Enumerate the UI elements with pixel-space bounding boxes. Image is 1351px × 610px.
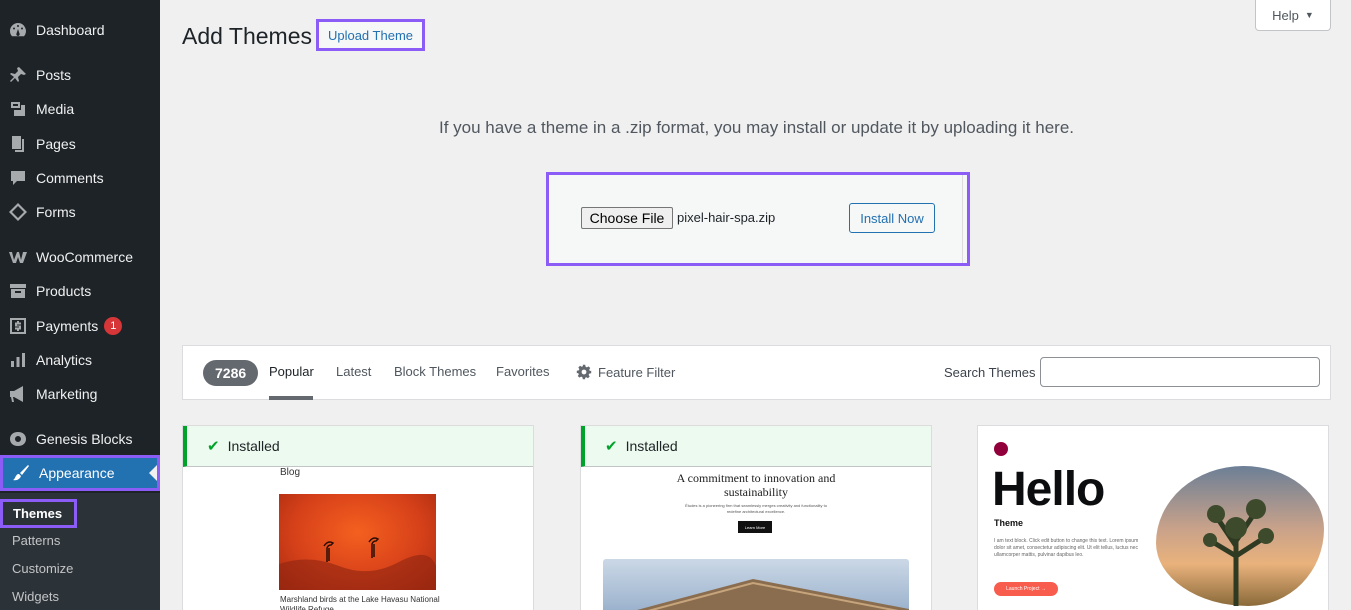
sidebar-item-payments[interactable]: Payments 1 — [0, 309, 160, 343]
submenu-item-themes[interactable]: Themes — [0, 499, 78, 528]
sidebar-item-forms[interactable]: Forms — [0, 195, 160, 229]
brush-icon — [3, 463, 39, 483]
sidebar-item-label: Payments — [36, 318, 99, 334]
sidebar-item-label: Posts — [36, 67, 72, 83]
preview-image — [603, 559, 909, 610]
sidebar-item-label: Marketing — [36, 386, 98, 402]
submenu-item-widgets[interactable]: Widgets — [12, 589, 59, 604]
sidebar-item-appearance[interactable]: Appearance — [0, 455, 160, 491]
notification-badge: 1 — [104, 317, 123, 335]
preview-caption: Marshland birds at the Lake Havasu Natio… — [280, 595, 440, 610]
building-icon — [636, 579, 909, 610]
installed-notice: ✔ Installed — [581, 426, 931, 467]
feature-filter-label: Feature Filter — [598, 364, 676, 380]
preview-button: Launch Project → — [994, 582, 1058, 596]
install-now-button[interactable]: Install Now — [849, 203, 935, 233]
tab-popular[interactable]: Popular — [269, 364, 314, 379]
sidebar-item-label: Forms — [36, 204, 76, 220]
installed-label: Installed — [227, 438, 280, 454]
caret-down-icon: ▼ — [1304, 10, 1314, 20]
upload-theme-button[interactable]: Upload Theme — [316, 19, 425, 51]
selected-file-name: pixel-hair-spa.zip — [677, 210, 776, 225]
sidebar-item-label: Comments — [36, 170, 104, 186]
sidebar-item-label: Genesis Blocks — [36, 431, 133, 447]
theme-screenshot: Hello Theme I am text block. Click edit … — [978, 426, 1328, 610]
theme-count: 7286 — [203, 360, 259, 386]
sidebar-item-dashboard[interactable]: Dashboard — [0, 13, 160, 47]
submenu-item-customize[interactable]: Customize — [12, 561, 73, 576]
sidebar-item-marketing[interactable]: Marketing — [0, 377, 160, 411]
sidebar-item-label: Analytics — [36, 352, 93, 368]
sidebar-item-media[interactable]: Media — [0, 92, 160, 126]
sidebar-item-label: Media — [36, 101, 75, 117]
pin-icon — [0, 65, 36, 85]
theme-filter-bar: 7286 Popular Latest Block Themes Favorit… — [182, 345, 1331, 400]
installed-notice: ✔ Installed — [183, 426, 533, 467]
page-title: Add Themes — [182, 23, 312, 49]
theme-card[interactable]: ✔ Installed A commitment to innovation a… — [580, 425, 932, 610]
preview-image — [279, 494, 436, 590]
upload-description: If you have a theme in a .zip format, yo… — [438, 118, 1075, 137]
current-menu-arrow — [149, 465, 157, 481]
submenu-item-patterns[interactable]: Patterns — [12, 533, 60, 548]
elementor-logo-icon — [994, 442, 1008, 456]
gear-icon — [576, 364, 592, 380]
tab-block-themes[interactable]: Block Themes — [394, 364, 476, 379]
search-themes-input[interactable] — [1040, 357, 1320, 387]
preview-button: Learn More — [738, 521, 772, 533]
sidebar-item-posts[interactable]: Posts — [0, 58, 160, 92]
help-label: Help — [1272, 7, 1299, 23]
genesis-icon — [0, 429, 36, 449]
preview-image — [1156, 466, 1324, 606]
appearance-submenu: Themes Patterns Customize Widgets — [0, 493, 160, 610]
theme-screenshot: Blog Marshland birds at the Lake Havasu … — [183, 467, 533, 610]
tab-favorites[interactable]: Favorites — [496, 364, 549, 379]
forms-icon — [0, 202, 36, 222]
preview-heading: Blog — [280, 467, 301, 478]
search-themes-label: Search Themes — [944, 365, 1036, 380]
admin-sidebar: Dashboard Posts Media Pages Comments For… — [0, 0, 160, 610]
sidebar-item-label: Appearance — [39, 465, 115, 481]
media-icon — [0, 99, 36, 119]
preview-heading: Hello — [992, 463, 1105, 516]
dashboard-icon — [0, 20, 36, 40]
preview-subheading: Theme — [994, 518, 1024, 528]
pages-icon — [0, 134, 36, 154]
woo-icon — [0, 247, 36, 267]
archive-icon — [0, 281, 36, 301]
sidebar-item-woocommerce[interactable]: WooCommerce — [0, 240, 160, 274]
birds-silhouette-icon — [279, 537, 436, 590]
feature-filter-button[interactable]: Feature Filter — [576, 364, 675, 380]
chart-bar-icon — [0, 350, 36, 370]
upload-form: Choose File pixel-hair-spa.zip Install N… — [546, 172, 970, 266]
theme-screenshot: A commitment to innovation and sustainab… — [581, 467, 931, 610]
help-button[interactable]: Help ▼ — [1255, 0, 1331, 31]
sidebar-item-comments[interactable]: Comments — [0, 161, 160, 195]
sidebar-item-label: Products — [36, 283, 92, 299]
sidebar-item-pages[interactable]: Pages — [0, 127, 160, 161]
tab-latest[interactable]: Latest — [336, 364, 371, 379]
preview-text: I am text block. Click edit button to ch… — [994, 538, 1139, 558]
sidebar-item-products[interactable]: Products — [0, 274, 160, 308]
preview-heading: A commitment to innovation and sustainab… — [676, 471, 836, 499]
sidebar-item-label: WooCommerce — [36, 249, 133, 265]
divider — [962, 175, 963, 263]
comment-icon — [0, 168, 36, 188]
megaphone-icon — [0, 384, 36, 404]
choose-file-button[interactable]: Choose File — [581, 207, 673, 229]
theme-card[interactable]: Hello Theme I am text block. Click edit … — [977, 425, 1329, 610]
sidebar-item-analytics[interactable]: Analytics — [0, 343, 160, 377]
theme-card[interactable]: ✔ Installed Blog Marshland birds at the … — [182, 425, 534, 610]
check-icon: ✔ — [207, 438, 220, 455]
installed-label: Installed — [625, 438, 678, 454]
dollar-icon — [0, 316, 36, 336]
active-tab-indicator — [269, 396, 313, 400]
sidebar-item-genesis-blocks[interactable]: Genesis Blocks — [0, 422, 160, 456]
sidebar-item-label: Pages — [36, 136, 76, 152]
check-icon: ✔ — [605, 438, 618, 455]
preview-text: Études is a pioneering firm that seamles… — [685, 503, 827, 514]
cactus-icon — [1203, 499, 1274, 606]
sidebar-item-label: Dashboard — [36, 22, 105, 38]
